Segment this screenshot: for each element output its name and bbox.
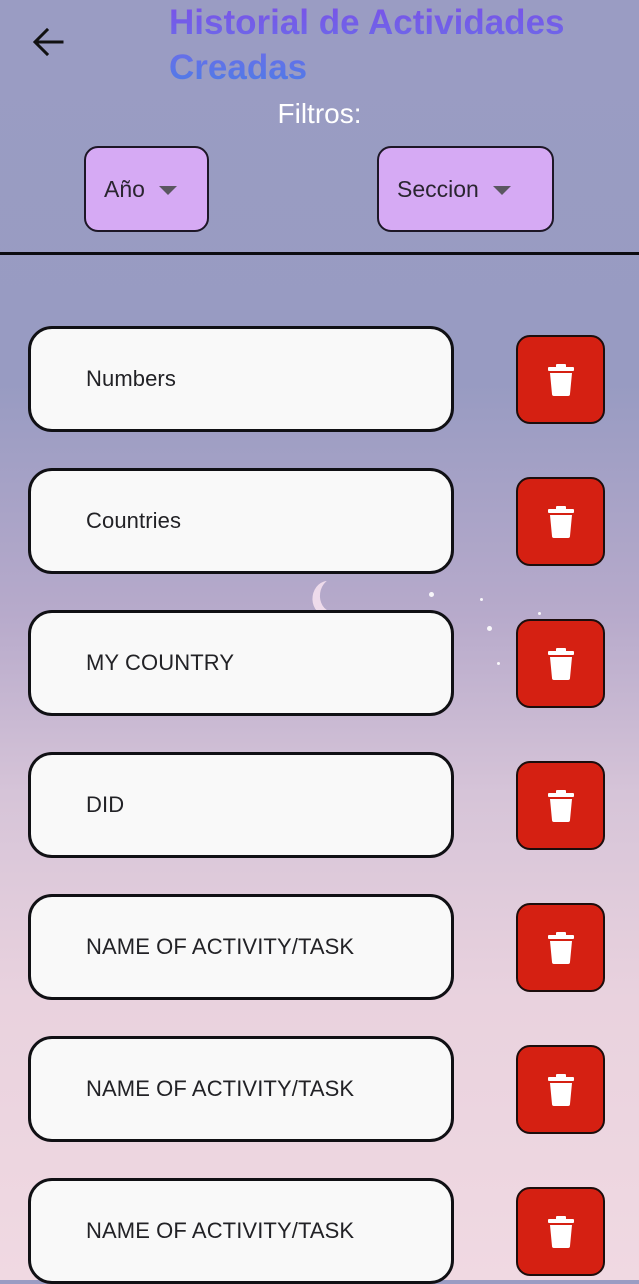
activity-name: Numbers: [86, 366, 176, 391]
section-dropdown-value: Seccion: [397, 175, 479, 202]
delete-button[interactable]: [516, 619, 605, 708]
year-dropdown-value: Año: [104, 175, 145, 202]
activity-card[interactable]: MY COUNTRY: [28, 610, 454, 716]
trash-icon: [547, 789, 574, 822]
activity-card[interactable]: NAME OF ACTIVITY/TASK: [28, 1036, 454, 1142]
activity-name: MY COUNTRY: [86, 650, 235, 675]
section-dropdown[interactable]: Seccion: [377, 146, 554, 232]
moon-decoration: [318, 576, 350, 614]
trash-icon: [547, 931, 574, 964]
header-divider: [0, 252, 639, 255]
activity-card[interactable]: Numbers: [28, 326, 454, 432]
activity-card[interactable]: NAME OF ACTIVITY/TASK: [28, 1178, 454, 1284]
trash-icon: [547, 505, 574, 538]
delete-button[interactable]: [516, 1187, 605, 1276]
delete-button[interactable]: [516, 903, 605, 992]
list-item: Numbers: [0, 326, 639, 432]
list-item: MY COUNTRY: [0, 610, 639, 716]
list-item: NAME OF ACTIVITY/TASK: [0, 1178, 639, 1284]
list-item: NAME OF ACTIVITY/TASK: [0, 1036, 639, 1142]
delete-button[interactable]: [516, 335, 605, 424]
caret-down-icon: [158, 186, 177, 195]
delete-button[interactable]: [516, 477, 605, 566]
year-dropdown[interactable]: Año: [84, 146, 209, 232]
activity-name: DID: [86, 792, 125, 817]
activity-name: Countries: [86, 508, 182, 533]
star-decoration: [429, 592, 434, 597]
activity-name: NAME OF ACTIVITY/TASK: [86, 1218, 355, 1243]
activity-card[interactable]: NAME OF ACTIVITY/TASK: [28, 894, 454, 1000]
activity-card[interactable]: Countries: [28, 468, 454, 574]
page-title: Historial de Actividades Creadas: [169, 0, 629, 90]
activity-card[interactable]: DID: [28, 752, 454, 858]
activity-name: NAME OF ACTIVITY/TASK: [86, 934, 355, 959]
star-decoration: [480, 598, 483, 601]
trash-icon: [547, 1215, 574, 1248]
activity-name: NAME OF ACTIVITY/TASK: [86, 1076, 355, 1101]
list-item: Countries: [0, 468, 639, 574]
list-item: NAME OF ACTIVITY/TASK: [0, 894, 639, 1000]
list-item: DID: [0, 752, 639, 858]
filters-label: Filtros:: [277, 98, 362, 129]
delete-button[interactable]: [516, 761, 605, 850]
delete-button[interactable]: [516, 1045, 605, 1134]
trash-icon: [547, 1073, 574, 1106]
trash-icon: [547, 363, 574, 396]
back-button[interactable]: [26, 22, 70, 62]
arrow-left-icon: [32, 28, 64, 56]
trash-icon: [547, 647, 574, 680]
caret-down-icon: [492, 186, 511, 195]
